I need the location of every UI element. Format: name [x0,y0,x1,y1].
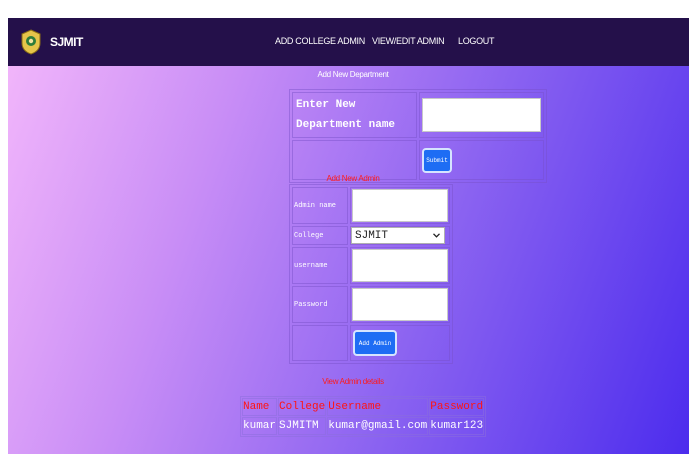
admin-details-title: View Admin details [322,377,384,386]
password-input[interactable] [352,288,448,321]
cell-password: kumar123 [429,417,485,435]
admin-details-table: Name College Username Password kumar SJM… [240,396,487,437]
header-name: Name [242,398,278,416]
admin-form: Admin name College SJMIT username Passwo… [289,184,453,364]
college-emblem-icon [21,29,41,55]
department-title: Add New Department [317,70,389,79]
add-admin-cell: Add Admin [350,325,450,361]
username-label: username [292,247,348,284]
college-cell: SJMIT [350,226,450,245]
admin-details-header-row: Name College Username Password [242,398,485,416]
chevron-down-icon [433,233,440,238]
admin-form-title: Add New Admin [326,174,380,183]
nav-logout[interactable]: LOGOUT [458,36,495,46]
username-cell [350,247,450,284]
nav-view-edit-admin[interactable]: VIEW/EDIT ADMIN [372,36,445,46]
college-selected-value: SJMIT [355,229,389,242]
header-college: College [278,398,327,416]
department-submit-cell: Submit [419,140,544,180]
college-label: College [292,226,348,245]
password-label: Password [292,286,348,323]
admin-name-input[interactable] [352,189,448,222]
brand[interactable]: SJMIT [20,28,83,56]
header-password: Password [429,398,485,416]
admin-empty-cell [292,325,348,361]
admin-name-cell [350,187,450,224]
department-label: Enter New Department name [292,92,417,138]
navbar: SJMIT ADD COLLEGE ADMIN VIEW/EDIT ADMIN … [8,18,689,66]
cell-name: kumar [242,417,278,435]
page-background: SJMIT ADD COLLEGE ADMIN VIEW/EDIT ADMIN … [8,18,689,454]
cell-college: SJMITM [278,417,327,435]
nav-add-college-admin[interactable]: ADD COLLEGE ADMIN [275,36,365,46]
header-username: Username [327,398,429,416]
cell-username: kumar@gmail.com [327,417,429,435]
table-row: kumar SJMITM kumar@gmail.com kumar123 [242,417,485,435]
department-input-cell [419,92,544,138]
department-form: Enter New Department name Submit [289,89,547,183]
username-input[interactable] [352,249,448,282]
submit-button[interactable]: Submit [422,147,452,173]
add-admin-button[interactable]: Add Admin [353,330,397,356]
college-select[interactable]: SJMIT [351,227,445,244]
password-cell [350,286,450,323]
department-name-input[interactable] [422,98,541,132]
brand-name: SJMIT [50,35,83,49]
admin-name-label: Admin name [292,187,348,224]
